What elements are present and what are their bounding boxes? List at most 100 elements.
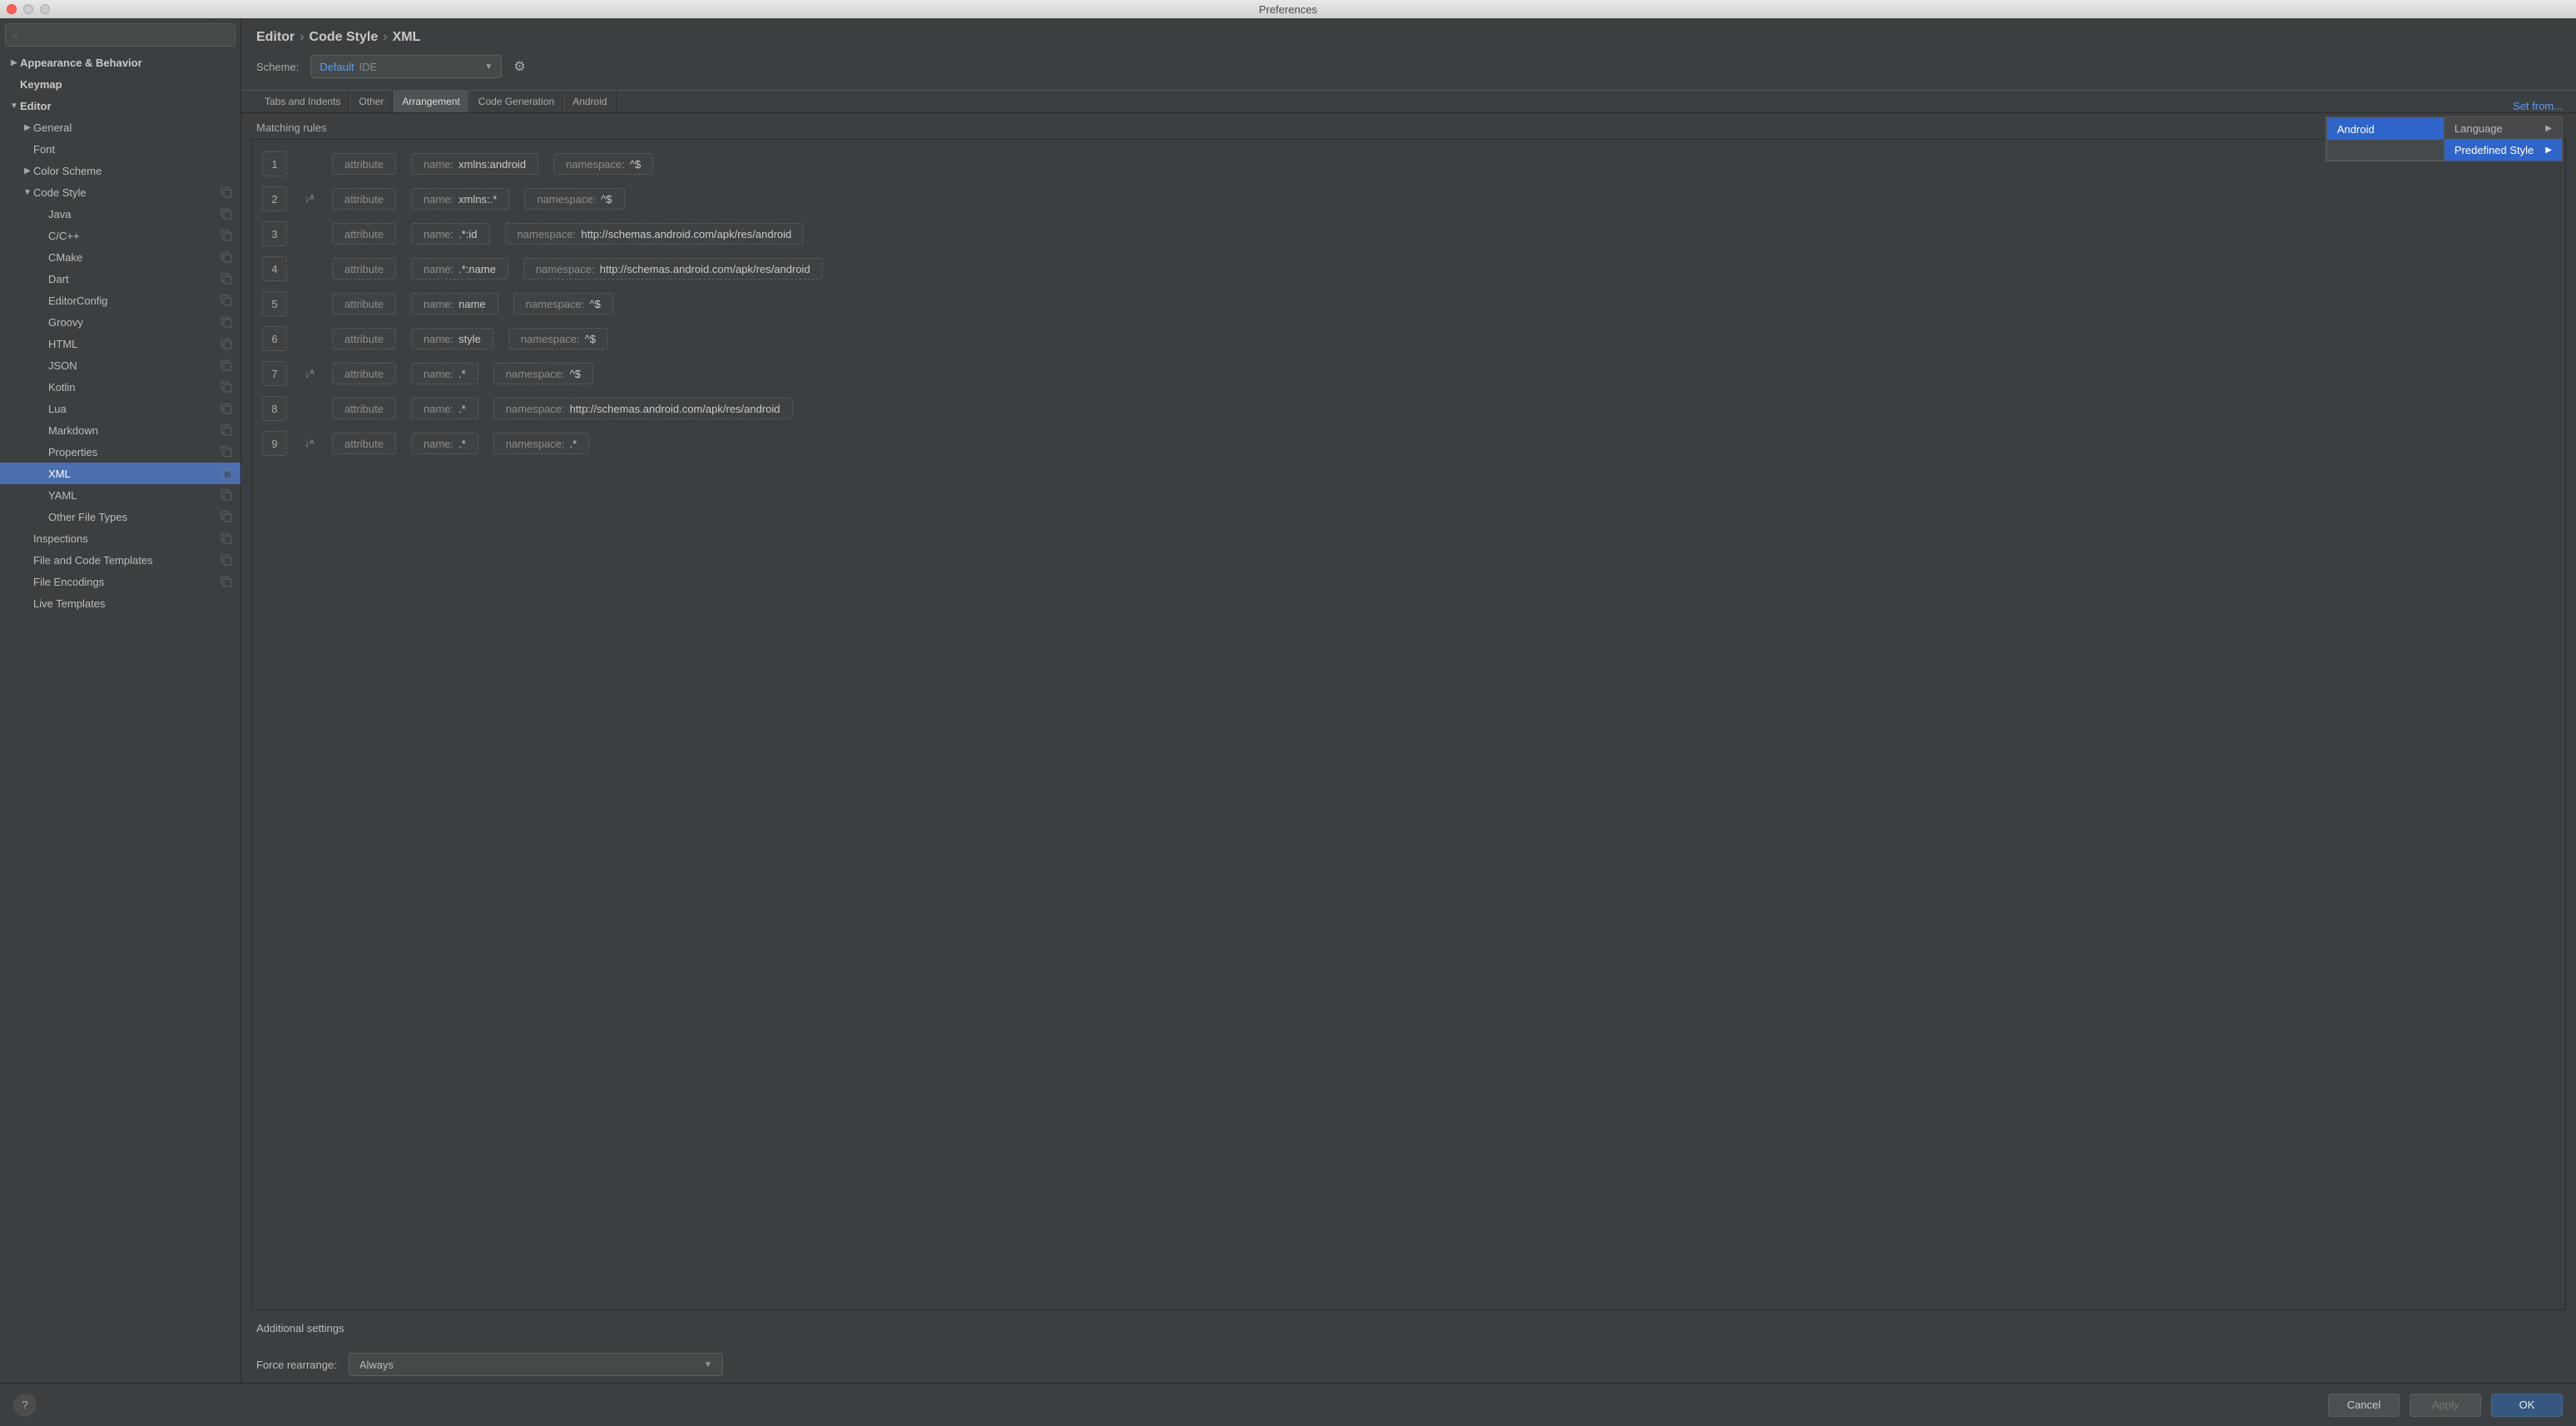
- rule-type-chip: attribute: [332, 363, 396, 384]
- project-badge-icon: [220, 576, 232, 587]
- sidebar-item-live-templates[interactable]: Live Templates: [0, 592, 240, 614]
- sidebar-item-file-encodings[interactable]: File Encodings: [0, 571, 240, 592]
- sidebar-item-file-and-code-templates[interactable]: File and Code Templates: [0, 549, 240, 571]
- project-badge-icon: [220, 424, 232, 436]
- dialog-footer: ? Cancel Apply OK: [0, 1383, 2576, 1426]
- tab-android[interactable]: Android: [563, 91, 616, 112]
- rule-name-chip: name:.*:name: [411, 258, 508, 280]
- tab-tabs-and-indents[interactable]: Tabs and Indents: [256, 91, 349, 112]
- rule-number: 8: [262, 396, 287, 421]
- project-badge-icon: [220, 338, 232, 349]
- sidebar-item-inspections[interactable]: Inspections: [0, 527, 240, 549]
- rule-namespace-chip: namespace:^$: [553, 153, 653, 175]
- sidebar-item-dart[interactable]: Dart: [0, 268, 240, 290]
- window-controls: [0, 4, 50, 14]
- close-icon[interactable]: [7, 4, 17, 14]
- rule-row[interactable]: 5attributename:namenamespace:^$: [252, 286, 2565, 321]
- rule-name-chip: name:.*: [411, 363, 478, 384]
- sidebar-item-font[interactable]: Font: [0, 138, 240, 160]
- sidebar-item-editorconfig[interactable]: EditorConfig: [0, 290, 240, 311]
- rule-row[interactable]: 2↓ᴬattributename:xmlns:.*namespace:^$: [252, 181, 2565, 216]
- tab-arrangement[interactable]: Arrangement: [393, 91, 468, 112]
- rule-number: 1: [262, 151, 287, 176]
- zoom-icon: [40, 4, 50, 14]
- rule-namespace-chip: namespace:http://schemas.android.com/apk…: [493, 398, 793, 419]
- rule-number: 7: [262, 361, 287, 386]
- rule-row[interactable]: 9↓ᴬattributename:.*namespace:.*: [252, 426, 2565, 461]
- rule-name-chip: name:xmlns:android: [411, 153, 538, 175]
- sort-icon: ↓ᴬ: [302, 368, 317, 379]
- sidebar-item-properties[interactable]: Properties: [0, 441, 240, 463]
- main-panel: Editor›Code Style›XML Scheme: Default ID…: [241, 18, 2576, 1383]
- sidebar-item-markdown[interactable]: Markdown: [0, 419, 240, 441]
- sidebar-item-yaml[interactable]: YAML: [0, 484, 240, 506]
- settings-tree[interactable]: ▶Appearance & BehaviorKeymap▼Editor▶Gene…: [0, 52, 240, 1383]
- sidebar-item-xml[interactable]: XML: [0, 463, 240, 484]
- sidebar-item-json[interactable]: JSON: [0, 354, 240, 376]
- force-rearrange-select[interactable]: Always ▼: [349, 1353, 723, 1376]
- sidebar-item-groovy[interactable]: Groovy: [0, 311, 240, 333]
- rule-number: 9: [262, 431, 287, 456]
- project-badge-icon: [220, 381, 232, 393]
- rule-row[interactable]: 3attributename:.*:idnamespace:http://sch…: [252, 216, 2565, 251]
- project-badge-icon: [220, 186, 232, 198]
- project-badge-icon: [220, 446, 232, 458]
- chevron-right-icon: ▶: [2545, 146, 2552, 155]
- menu-item-predefined-style[interactable]: Predefined Style▶: [2445, 139, 2562, 161]
- sidebar-item-color-scheme[interactable]: ▶Color Scheme: [0, 160, 240, 181]
- sidebar-item-general[interactable]: ▶General: [0, 116, 240, 138]
- gear-icon[interactable]: ⚙: [513, 58, 525, 75]
- project-badge-icon: [220, 316, 232, 328]
- sidebar-item-other-file-types[interactable]: Other File Types: [0, 506, 240, 527]
- rule-row[interactable]: 6attributename:stylenamespace:^$: [252, 321, 2565, 356]
- menu-item-android[interactable]: Android: [2327, 118, 2444, 140]
- search-input[interactable]: [5, 23, 235, 47]
- sidebar-item-html[interactable]: HTML: [0, 333, 240, 354]
- rule-namespace-chip: namespace:^$: [524, 188, 624, 210]
- rules-list[interactable]: 1 attribute name:xmlns:android namespace:^$…: [251, 139, 2566, 1310]
- sidebar-item-editor[interactable]: ▼Editor: [0, 95, 240, 116]
- set-from-link[interactable]: Set from...: [2513, 100, 2563, 112]
- help-button[interactable]: ?: [13, 1394, 37, 1417]
- rule-type-chip: attribute: [332, 398, 396, 419]
- tabs: Tabs and IndentsOtherArrangementCode Gen…: [241, 90, 2576, 113]
- rule-number: 2: [262, 186, 287, 211]
- minimize-icon: [23, 4, 33, 14]
- sidebar: ▶Appearance & BehaviorKeymap▼Editor▶Gene…: [0, 18, 241, 1383]
- cancel-button[interactable]: Cancel: [2328, 1394, 2400, 1417]
- scheme-select[interactable]: Default IDE ▼: [310, 55, 502, 78]
- rule-type-chip: attribute: [332, 223, 396, 245]
- rule-name-chip: name:.*: [411, 433, 478, 454]
- sidebar-item-lua[interactable]: Lua: [0, 398, 240, 419]
- sidebar-item-cmake[interactable]: CMake: [0, 246, 240, 268]
- ok-button[interactable]: OK: [2491, 1394, 2563, 1417]
- project-badge-icon: [220, 251, 232, 263]
- project-badge-icon: [220, 230, 232, 241]
- tab-code-generation[interactable]: Code Generation: [469, 91, 563, 112]
- rule-name-chip: name:.*: [411, 398, 478, 419]
- menu-item-language[interactable]: Language▶: [2445, 117, 2562, 139]
- sidebar-item-code-style[interactable]: ▼Code Style: [0, 181, 240, 203]
- tab-other[interactable]: Other: [349, 91, 393, 112]
- project-badge-icon: [220, 554, 232, 566]
- additional-settings-label: Additional settings: [241, 1310, 2576, 1346]
- rule-row[interactable]: 7↓ᴬattributename:.*namespace:^$: [252, 356, 2565, 391]
- rule-type-chip: attribute: [332, 293, 396, 314]
- rule-row[interactable]: 8 attribute name:.* namespace:http://schema…: [252, 391, 2565, 426]
- sidebar-item-c-c-[interactable]: C/C++: [0, 225, 240, 246]
- sidebar-item-kotlin[interactable]: Kotlin: [0, 376, 240, 398]
- rule-number: 5: [262, 291, 287, 316]
- rule-name-chip: name:style: [411, 328, 493, 349]
- rule-row[interactable]: 4attributename:.*:namenamespace:http://s…: [252, 251, 2565, 286]
- sidebar-item-java[interactable]: Java: [0, 203, 240, 225]
- rule-name-chip: name:.*:id: [411, 223, 490, 245]
- sidebar-item-appearance-behavior[interactable]: ▶Appearance & Behavior: [0, 52, 240, 73]
- set-from-menu[interactable]: Android Language▶ Predefined Style▶: [2326, 116, 2563, 161]
- rule-number: 3: [262, 221, 287, 246]
- rule-type-chip: attribute: [332, 328, 396, 349]
- project-badge-icon: [220, 532, 232, 544]
- window-title: Preferences: [1259, 3, 1317, 16]
- rule-row[interactable]: 1attributename:xmlns:androidnamespace:^$: [252, 146, 2565, 181]
- tree-arrow-icon: ▶: [8, 58, 20, 67]
- sidebar-item-keymap[interactable]: Keymap: [0, 73, 240, 95]
